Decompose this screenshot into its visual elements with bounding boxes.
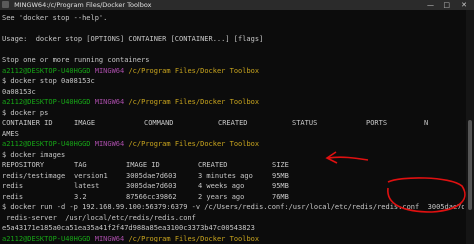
prompt-shell: MINGW64 — [94, 234, 125, 243]
output-text: See 'docker stop --help'. — [2, 14, 108, 22]
window-title: MINGW64:/c/Program Files/Docker Toolbox — [14, 1, 152, 9]
table-cell: 4 weeks ago — [198, 182, 245, 190]
table-cell: PORTS — [366, 119, 388, 127]
table-cell: redis/testimage — [2, 171, 66, 180]
table-cell: 87566cc39862 — [126, 192, 177, 201]
table-cell: 76MB — [272, 192, 289, 201]
output-text: $ docker run -d -p 192.168.99.100:56379:… — [2, 203, 464, 211]
prompt-user: a2112@DESKTOP-U40HGGD — [2, 66, 91, 75]
table-cell: redis — [2, 192, 24, 201]
table-cell: SIZE — [272, 161, 289, 169]
table-cell: 95MB — [272, 182, 289, 190]
output-line: 0a08153c — [2, 87, 464, 98]
output-line: $ docker images — [2, 150, 464, 161]
prompt-line: a2112@DESKTOP-U40HGGD MINGW64 /c/Program… — [2, 66, 464, 77]
table-cell: redis — [2, 182, 24, 190]
minimize-icon[interactable]: — — [427, 0, 434, 10]
prompt-user: a2112@DESKTOP-U40HGGD — [2, 234, 91, 243]
title-bar[interactable]: MINGW64:/c/Program Files/Docker Toolbox … — [0, 0, 474, 10]
output-text: 0a08153c — [2, 87, 36, 96]
table-cell: 3005dae7d603 — [126, 182, 177, 190]
prompt-path: /c/Program Files/Docker Toolbox — [128, 66, 260, 75]
table-cell: TAG — [74, 161, 87, 169]
terminal-output[interactable]: See 'docker stop --help'. Usage: docker s… — [2, 13, 464, 242]
output-line: Usage: docker stop [OPTIONS] CONTAINER [… — [2, 34, 464, 45]
output-line: $ docker ps — [2, 108, 464, 119]
table-cell: COMMAND — [144, 119, 174, 127]
output-line: $ docker run -d -p 192.168.99.100:56379:… — [2, 202, 464, 213]
table-cell: STATUS — [292, 119, 318, 127]
table-cell: IMAGE ID — [126, 161, 160, 169]
prompt-path: /c/Program Files/Docker Toolbox — [128, 234, 260, 243]
output-text: Stop one or more running containers — [2, 56, 150, 64]
output-text: $ docker stop 0a08153c — [2, 77, 95, 85]
prompt-path: /c/Program Files/Docker Toolbox — [128, 98, 260, 106]
prompt-line: a2112@DESKTOP-U40HGGD MINGW64 /c/Program… — [2, 139, 464, 150]
output-text: Usage: docker stop [OPTIONS] CONTAINER [… — [2, 35, 264, 43]
close-icon[interactable]: ✕ — [461, 0, 467, 10]
prompt-path: /c/Program Files/Docker Toolbox — [128, 140, 260, 148]
table-cell: version1 — [74, 171, 108, 180]
scrollbar[interactable] — [466, 10, 474, 244]
table-cell: CONTAINER ID — [2, 119, 53, 127]
table-cell: IMAGE — [74, 119, 96, 127]
table-cell: 3 minutes ago — [198, 171, 253, 180]
maximize-icon[interactable]: □ — [443, 0, 450, 10]
scrollbar-thumb[interactable] — [468, 120, 472, 210]
output-text: redis-server /usr/local/etc/redis/redis.… — [2, 213, 196, 222]
prompt-line: a2112@DESKTOP-U40HGGD MINGW64 /c/Program… — [2, 234, 464, 243]
table-row: REPOSITORY TAG IMAGE ID CREATED SIZE — [2, 160, 464, 171]
table-cell: 2 years ago — [198, 192, 245, 201]
output-text: e5a43171e185a0ca51ea35a41f2f47d988a85ea3… — [2, 224, 255, 232]
table-row: redis/testimage version1 3005dae7d603 3 min… — [2, 171, 464, 182]
output-line: $ docker stop 0a08153c — [2, 76, 464, 87]
prompt-user: a2112@DESKTOP-U40HGGD — [2, 98, 91, 106]
table-cell: 95MB — [272, 171, 289, 180]
table-cell: N — [424, 119, 429, 127]
table-cell: REPOSITORY — [2, 161, 45, 169]
output-text: $ docker images — [2, 150, 66, 159]
table-cell: CREATED — [198, 161, 228, 169]
table-cell: 3005dae7d603 — [126, 171, 177, 180]
output-line: e5a43171e185a0ca51ea35a41f2f47d988a85ea3… — [2, 223, 464, 234]
output-line: redis-server /usr/local/etc/redis/redis.… — [2, 213, 464, 224]
table-row: redis 3.2 87566cc39862 2 years ago 76MB — [2, 192, 464, 203]
prompt-user: a2112@DESKTOP-U40HGGD — [2, 140, 91, 148]
output-line: AMES — [2, 129, 464, 140]
table-cell: latest — [74, 182, 100, 190]
prompt-line: a2112@DESKTOP-U40HGGD MINGW64 /c/Program… — [2, 97, 464, 108]
output-line: Stop one or more running containers — [2, 55, 464, 66]
prompt-shell: MINGW64 — [94, 140, 125, 148]
table-row: redis latest 3005dae7d603 4 weeks ago 95MB — [2, 181, 464, 192]
output-text: AMES — [2, 129, 19, 138]
output-text: $ docker ps — [2, 108, 49, 117]
prompt-shell: MINGW64 — [94, 66, 125, 75]
table-row: CONTAINER ID IMAGE COMMAND CREATED STATUS POR… — [2, 118, 464, 129]
prompt-shell: MINGW64 — [94, 98, 125, 106]
table-cell: 3.2 — [74, 192, 87, 201]
mingw-app-icon — [2, 1, 9, 8]
table-cell: CREATED — [218, 119, 248, 127]
output-line: See 'docker stop --help'. — [2, 13, 464, 24]
